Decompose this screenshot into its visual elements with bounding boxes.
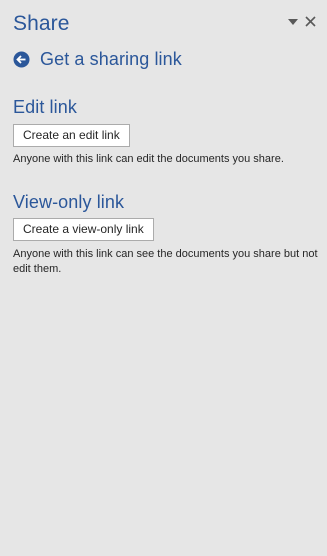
create-edit-link-button[interactable]: Create an edit link — [13, 124, 130, 147]
close-icon — [304, 15, 316, 27]
pane-title: Share — [13, 12, 70, 35]
back-arrow-circle-icon — [13, 51, 30, 68]
dropdown-triangle-icon — [288, 19, 298, 25]
pane-options-button[interactable] — [286, 15, 300, 29]
edit-link-heading: Edit link — [13, 97, 77, 117]
view-only-link-description: Anyone with this link can see the docume… — [13, 248, 318, 275]
view-only-link-heading: View-only link — [13, 192, 125, 212]
pane-close-button[interactable] — [303, 14, 317, 28]
back-to-sharing-link[interactable]: Get a sharing link — [13, 49, 182, 70]
create-view-only-link-button[interactable]: Create a view-only link — [13, 218, 154, 241]
edit-link-description: Anyone with this link can edit the docum… — [13, 153, 284, 165]
back-label: Get a sharing link — [40, 49, 182, 69]
share-pane: Share Get a sharing link Edit link Creat… — [0, 0, 327, 556]
